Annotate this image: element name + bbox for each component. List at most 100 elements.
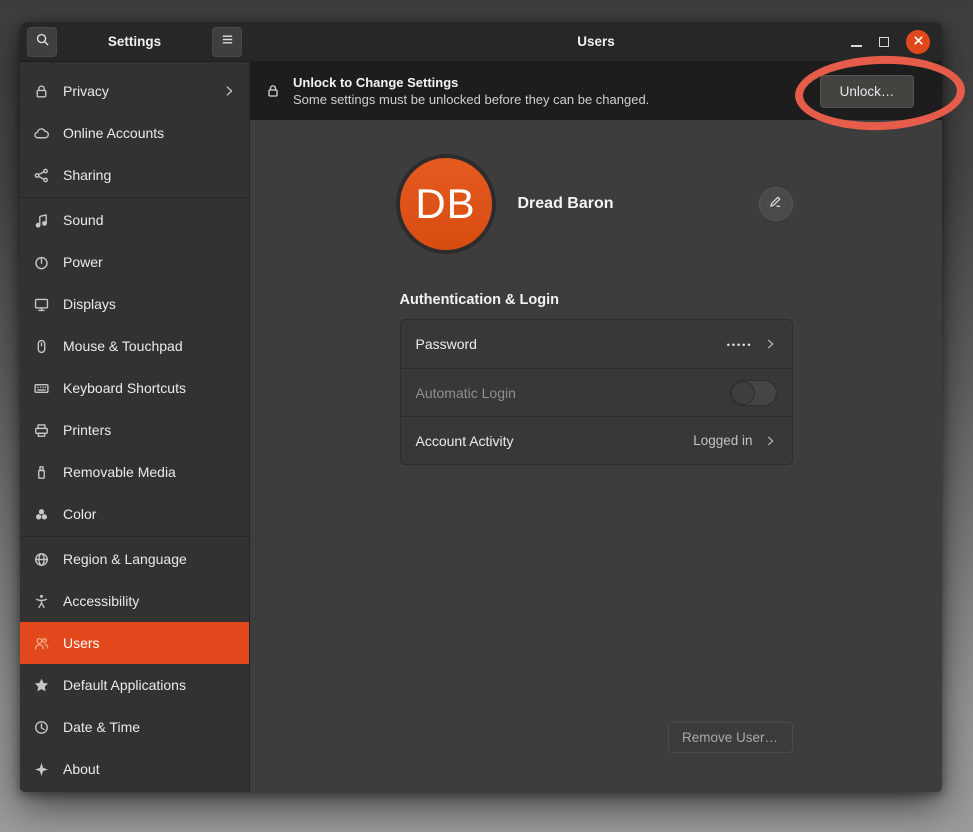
unlock-banner: Unlock to Change Settings Some settings … bbox=[250, 62, 942, 120]
sidebar-item-date-time[interactable]: Date & Time bbox=[20, 706, 249, 748]
sidebar-item-label: Default Applications bbox=[63, 677, 236, 693]
unlock-button[interactable]: Unlock… bbox=[820, 75, 914, 108]
lock-icon bbox=[265, 83, 281, 99]
sidebar-item-label: Accessibility bbox=[63, 593, 236, 609]
sidebar-item-label: Sound bbox=[63, 212, 236, 228]
sidebar-headerbar: Settings bbox=[20, 22, 249, 62]
banner-subtitle: Some settings must be unlocked before th… bbox=[293, 92, 649, 107]
main-panel: Users Unlock to Change Settings Some set… bbox=[250, 22, 942, 792]
mouse-icon bbox=[33, 338, 50, 355]
sidebar-item-about[interactable]: About bbox=[20, 748, 249, 790]
printer-icon bbox=[33, 422, 50, 439]
sidebar-item-label: Users bbox=[63, 635, 236, 651]
sidebar-item-label: About bbox=[63, 761, 236, 777]
cloud-icon bbox=[33, 125, 50, 142]
edit-name-button[interactable] bbox=[759, 187, 793, 221]
sidebar-item-label: Privacy bbox=[63, 83, 209, 99]
sidebar-item-keyboard-shortcuts[interactable]: Keyboard Shortcuts bbox=[20, 367, 249, 409]
sidebar-item-removable-media[interactable]: Removable Media bbox=[20, 451, 249, 493]
remove-user-button[interactable]: Remove User… bbox=[668, 722, 793, 753]
menu-button[interactable] bbox=[212, 27, 242, 57]
sidebar-item-sharing[interactable]: Sharing bbox=[20, 154, 249, 196]
sidebar-item-label: Printers bbox=[63, 422, 236, 438]
chevron-right-icon bbox=[763, 434, 777, 448]
password-label: Password bbox=[416, 336, 727, 352]
clock-icon bbox=[33, 719, 50, 736]
globe-icon bbox=[33, 551, 50, 568]
sidebar-item-label: Region & Language bbox=[63, 551, 236, 567]
automatic-login-row: Automatic Login bbox=[401, 368, 792, 416]
minimize-icon[interactable] bbox=[851, 45, 862, 47]
sidebar-title: Settings bbox=[57, 34, 212, 49]
keyboard-icon bbox=[33, 380, 50, 397]
sidebar-item-label: Mouse & Touchpad bbox=[63, 338, 236, 354]
sidebar-item-label: Displays bbox=[63, 296, 236, 312]
pencil-icon bbox=[768, 194, 783, 214]
user-header: DB Dread Baron bbox=[400, 158, 793, 250]
color-icon bbox=[33, 506, 50, 523]
sidebar-item-label: Color bbox=[63, 506, 236, 522]
sidebar-item-displays[interactable]: Displays bbox=[20, 283, 249, 325]
sidebar-item-power[interactable]: Power bbox=[20, 241, 249, 283]
sidebar-item-label: Online Accounts bbox=[63, 125, 236, 141]
sidebar-item-label: Sharing bbox=[63, 167, 236, 183]
lock-icon bbox=[33, 83, 50, 100]
toggle-knob bbox=[731, 381, 755, 405]
remove-user-row: Remove User… bbox=[400, 722, 793, 753]
account-activity-value: Logged in bbox=[693, 433, 752, 448]
account-activity-label: Account Activity bbox=[416, 433, 694, 449]
sidebar-item-mouse-touchpad[interactable]: Mouse & Touchpad bbox=[20, 325, 249, 367]
sidebar-item-label: Date & Time bbox=[63, 719, 236, 735]
sidebar-item-label: Power bbox=[63, 254, 236, 270]
flash-drive-icon bbox=[33, 464, 50, 481]
sidebar-separator bbox=[20, 197, 249, 198]
search-button[interactable] bbox=[27, 27, 57, 57]
sidebar-item-default-applications[interactable]: Default Applications bbox=[20, 664, 249, 706]
automatic-login-toggle[interactable] bbox=[730, 380, 777, 406]
sparkle-icon bbox=[33, 761, 50, 778]
display-icon bbox=[33, 296, 50, 313]
sidebar: Settings Privacy Online Accounts Sharing So… bbox=[20, 22, 250, 792]
sidebar-item-label: Removable Media bbox=[63, 464, 236, 480]
auth-login-list: Password ••••• Automatic Login bbox=[400, 319, 793, 465]
chevron-right-icon bbox=[763, 337, 777, 351]
password-value: ••••• bbox=[727, 338, 753, 350]
sidebar-item-privacy[interactable]: Privacy bbox=[20, 70, 249, 112]
users-content: DB Dread Baron Authentication & Login Pa… bbox=[250, 120, 942, 792]
sidebar-item-sound[interactable]: Sound bbox=[20, 199, 249, 241]
section-title: Authentication & Login bbox=[400, 292, 793, 308]
user-name: Dread Baron bbox=[518, 195, 759, 213]
chevron-right-icon bbox=[222, 84, 236, 98]
account-activity-row[interactable]: Account Activity Logged in bbox=[401, 416, 792, 464]
avatar[interactable]: DB bbox=[400, 158, 492, 250]
sidebar-item-printers[interactable]: Printers bbox=[20, 409, 249, 451]
avatar-initials: DB bbox=[415, 180, 475, 228]
sidebar-item-region-language[interactable]: Region & Language bbox=[20, 538, 249, 580]
banner-title: Unlock to Change Settings bbox=[293, 75, 649, 90]
automatic-login-label: Automatic Login bbox=[416, 385, 730, 401]
password-row[interactable]: Password ••••• bbox=[401, 320, 792, 368]
sidebar-item-accessibility[interactable]: Accessibility bbox=[20, 580, 249, 622]
sidebar-nav: Privacy Online Accounts Sharing Sound Power D… bbox=[20, 62, 249, 792]
star-icon bbox=[33, 677, 50, 694]
page-title: Users bbox=[577, 34, 615, 49]
sidebar-item-color[interactable]: Color bbox=[20, 493, 249, 535]
sidebar-item-label: Keyboard Shortcuts bbox=[63, 380, 236, 396]
settings-window: Settings Privacy Online Accounts Sharing So… bbox=[20, 22, 942, 792]
window-controls bbox=[851, 22, 930, 62]
close-button[interactable] bbox=[906, 30, 930, 54]
sidebar-separator bbox=[20, 536, 249, 537]
search-icon bbox=[35, 32, 50, 52]
sidebar-item-users[interactable]: Users bbox=[20, 622, 249, 664]
accessibility-icon bbox=[33, 593, 50, 610]
banner-text: Unlock to Change Settings Some settings … bbox=[293, 75, 649, 107]
titlebar: Users bbox=[250, 22, 942, 62]
hamburger-menu-icon bbox=[220, 32, 235, 52]
users-icon bbox=[33, 635, 50, 652]
power-icon bbox=[33, 254, 50, 271]
music-note-icon bbox=[33, 212, 50, 229]
share-icon bbox=[33, 167, 50, 184]
sidebar-item-online-accounts[interactable]: Online Accounts bbox=[20, 112, 249, 154]
maximize-icon[interactable] bbox=[879, 37, 889, 47]
close-icon bbox=[913, 33, 924, 51]
